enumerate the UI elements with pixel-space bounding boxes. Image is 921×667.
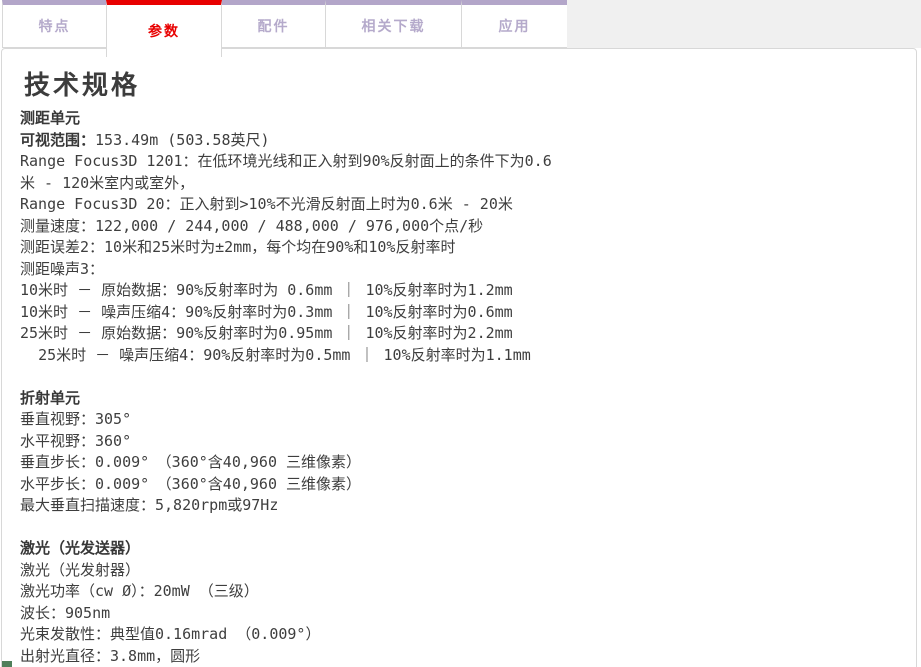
spec-line-blank (20, 366, 900, 388)
tab-4[interactable]: 相关下载 (325, 0, 462, 48)
tab-5[interactable]: 应用 (461, 0, 568, 48)
partial-element-below (2, 661, 12, 667)
spec-line: Range Focus3D 20：正入射到>10%不光滑反射面上时为0.6米 -… (20, 194, 900, 216)
spec-lines: 测距单元可视范围：153.49m (503.58英尺)Range Focus3D… (20, 108, 900, 667)
spec-line: 激光（光发射器） (20, 560, 900, 582)
spec-line-blank (20, 517, 900, 539)
tab-2-active[interactable]: 参数 (106, 0, 222, 57)
spec-line: 可视范围：153.49m (503.58英尺) (20, 130, 900, 152)
spec-line: 波长：905nm (20, 603, 900, 625)
spec-line: 光束发散性：典型值0.16mrad （0.009°） (20, 624, 900, 646)
page-title: 技术规格 (24, 65, 900, 102)
spec-line: 垂直步长：0.009° （360°含40,960 三维像素） (20, 452, 900, 474)
spec-line: 水平视野：360° (20, 431, 900, 453)
spec-line: 测量速度：122,000 / 244,000 / 488,000 / 976,0… (20, 216, 900, 238)
spec-line: 米 - 120米室内或室外， (20, 173, 900, 195)
tab-3[interactable]: 配件 (221, 0, 326, 48)
spec-line: 25米时 － 原始数据：90%反射率时为0.95mm ｜ 10%反射率时为2.2… (20, 323, 900, 345)
tab-bar: 特点参数配件相关下载应用 (0, 0, 921, 48)
tab-bar-filler (567, 0, 921, 48)
spec-line: 折射单元 (20, 388, 900, 410)
spec-line: 最大垂直扫描速度：5,820rpm或97Hz (20, 495, 900, 517)
spec-line: Range Focus3D 1201：在低环境光线和正入射到90%反射面上的条件… (20, 151, 900, 173)
spec-line: 激光功率（cw Ø）：20mW （三级） (20, 581, 900, 603)
spec-line: 25米时 － 噪声压缩4：90%反射率时为0.5mm ｜ 10%反射率时为1.1… (20, 345, 900, 367)
spec-line: 10米时 － 原始数据：90%反射率时为 0.6mm ｜ 10%反射率时为1.2… (20, 280, 900, 302)
spec-line: 出射光直径：3.8mm，圆形 (20, 646, 900, 667)
spec-line: 激光（光发送器） (20, 538, 900, 560)
spec-line: 测距误差2：10米和25米时为±2mm，每个均在90%和10%反射率时 (20, 237, 900, 259)
spec-panel: 技术规格 测距单元可视范围：153.49m (503.58英尺)Range Fo… (1, 48, 917, 667)
spec-line: 10米时 － 噪声压缩4：90%反射率时为0.3mm ｜ 10%反射率时为0.6… (20, 302, 900, 324)
tab-1[interactable]: 特点 (2, 0, 107, 48)
spec-line: 测距单元 (20, 108, 900, 130)
spec-line: 测距噪声3： (20, 259, 900, 281)
spec-line: 垂直视野：305° (20, 409, 900, 431)
spec-line: 水平步长：0.009° （360°含40,960 三维像素） (20, 474, 900, 496)
